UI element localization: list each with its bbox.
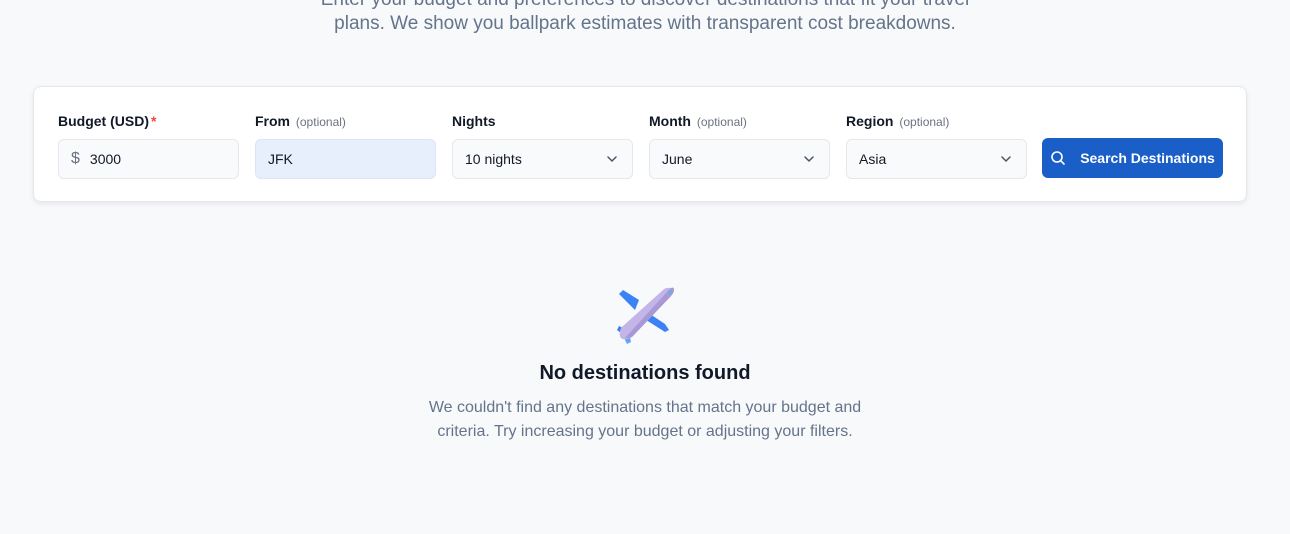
optional-hint: (optional) <box>899 115 950 129</box>
region-select[interactable]: Asia <box>846 139 1027 179</box>
empty-state: No destinations found We couldn't find a… <box>0 282 1290 444</box>
search-icon <box>1051 151 1065 165</box>
chevron-down-icon <box>1001 156 1011 162</box>
airplane-icon <box>617 287 674 344</box>
search-button-label: Search Destinations <box>1080 150 1215 166</box>
from-label: From (optional) <box>255 113 346 129</box>
nights-value: 10 nights <box>465 151 522 167</box>
optional-hint: (optional) <box>696 115 747 129</box>
search-destinations-button[interactable]: Search Destinations <box>1042 138 1223 178</box>
intro-text: Enter your budget and preferences to dis… <box>0 0 1290 36</box>
optional-hint: (optional) <box>295 115 346 129</box>
budget-input[interactable]: $ <box>58 139 239 179</box>
budget-input-field[interactable] <box>89 151 210 167</box>
budget-label: Budget (USD) * <box>58 113 157 129</box>
month-field: Month (optional) June <box>649 111 830 179</box>
month-value: June <box>662 151 693 167</box>
chevron-down-icon <box>607 156 617 162</box>
region-value: Asia <box>859 151 887 167</box>
region-field: Region (optional) Asia <box>846 111 1027 179</box>
required-marker: * <box>151 113 157 129</box>
from-field: From (optional) <box>255 111 436 179</box>
nights-label: Nights <box>452 113 496 129</box>
currency-prefix: $ <box>71 150 80 167</box>
budget-field: Budget (USD) * $ <box>58 111 239 179</box>
nights-select[interactable]: 10 nights <box>452 139 633 179</box>
nights-field: Nights 10 nights <box>452 111 633 179</box>
search-form-card: Budget (USD)* $ From (optional) Nights 1… <box>33 86 1247 202</box>
region-label: Region (optional) <box>846 113 950 129</box>
intro-line-2: plans. We show you ballpark estimates wi… <box>334 13 956 34</box>
from-input[interactable] <box>255 139 436 179</box>
chevron-down-icon <box>804 156 814 162</box>
empty-state-title: No destinations found <box>539 362 751 384</box>
empty-state-description: We couldn't find any destinations that m… <box>428 399 862 440</box>
month-select[interactable]: June <box>649 139 830 179</box>
month-label: Month (optional) <box>649 113 747 129</box>
from-input-field[interactable] <box>268 151 388 167</box>
intro-line-1: Enter your budget and preferences to dis… <box>0 0 1290 12</box>
